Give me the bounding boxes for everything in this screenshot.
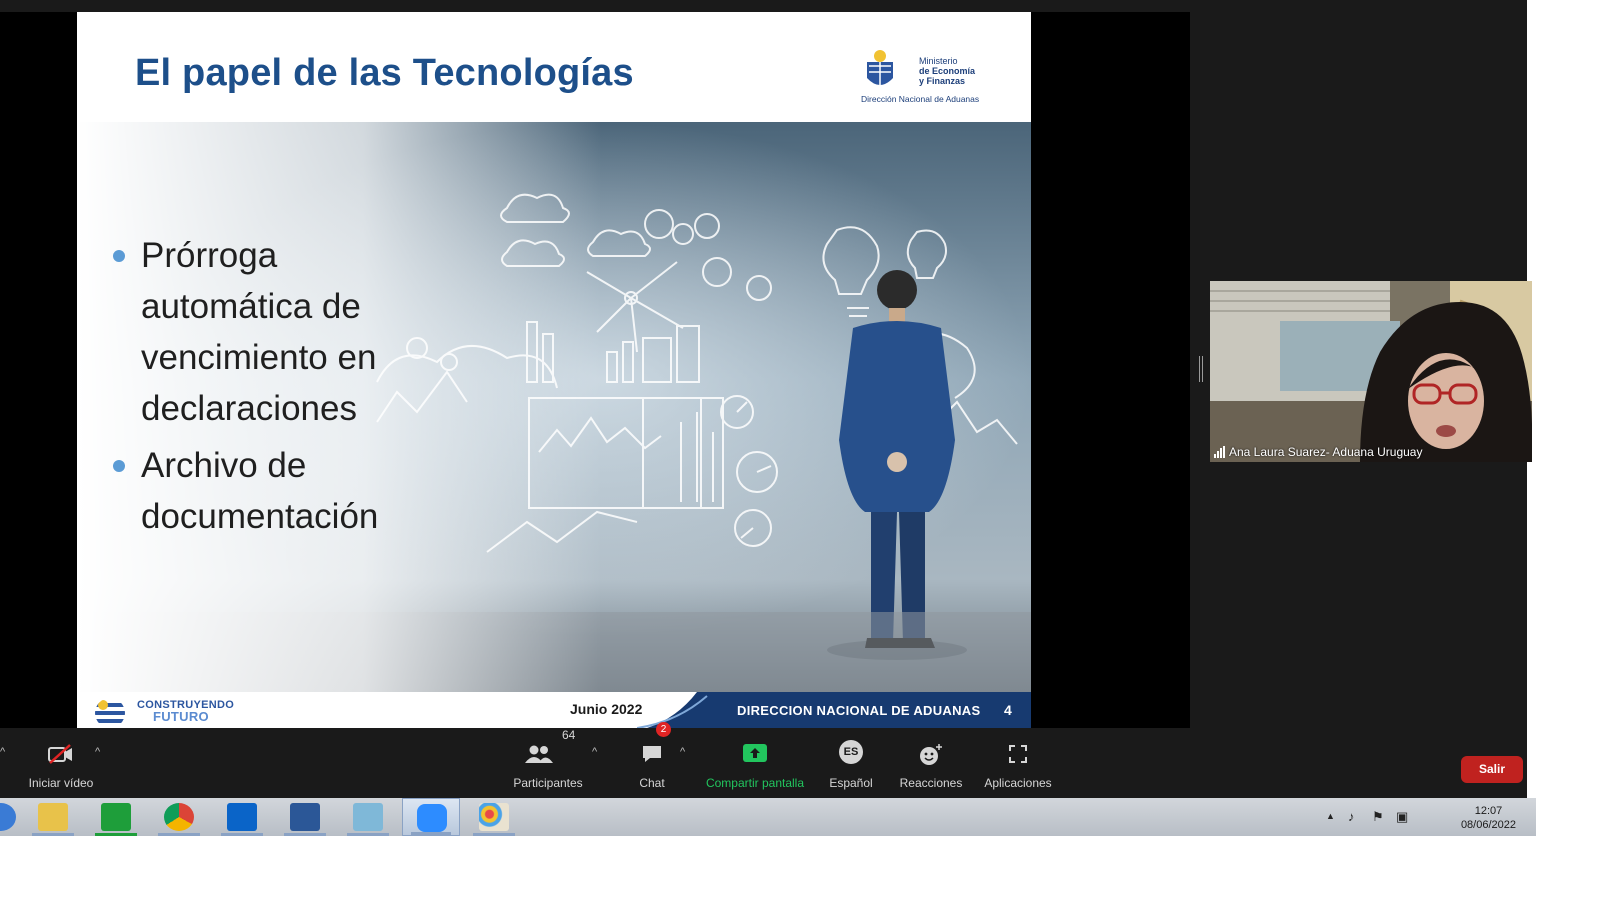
participants-icon <box>525 745 553 763</box>
zoom-meeting-window: El papel de las Tecnologías Ministerio d… <box>0 0 1536 836</box>
signal-strength-icon <box>1214 446 1225 458</box>
reactions-label: Reacciones <box>899 776 963 790</box>
action-center-flag-icon[interactable]: ⚑ <box>1372 809 1384 825</box>
meeting-controls-bar: ^ Iniciar vídeo ^ 64 Participantes ^ 2 C… <box>0 722 1527 798</box>
logo-line-2: FUTURO <box>153 709 209 724</box>
language-label: Español <box>829 776 873 790</box>
video-options-caret-icon[interactable]: ^ <box>95 746 100 758</box>
participants-options-caret-icon[interactable]: ^ <box>592 746 597 758</box>
ministry-line-1: Ministerio <box>919 56 958 66</box>
apps-button[interactable]: Aplicaciones <box>978 728 1058 798</box>
slide-title: El papel de las Tecnologías <box>135 52 634 94</box>
notes-icon <box>353 803 383 831</box>
chrome-icon <box>164 803 194 831</box>
ministry-line-3: y Finanzas <box>919 76 966 86</box>
construyendo-futuro-logo: CONSTRUYENDO FUTURO <box>95 698 255 728</box>
reactions-icon <box>920 744 942 765</box>
presentation-slide: El papel de las Tecnologías Ministerio d… <box>77 12 1031 728</box>
ministry-line-2: de Economía <box>919 66 976 76</box>
language-interpretation-button[interactable]: ES Español <box>822 728 880 798</box>
outlook-icon <box>227 803 257 831</box>
participants-count: 64 <box>562 728 576 742</box>
leave-meeting-button[interactable]: Salir <box>1461 756 1523 783</box>
ie-icon <box>0 803 16 831</box>
system-tray: ▲ ♪ ⚑ ▣ 12:07 08/06/2022 <box>1316 798 1516 836</box>
taskbar-item-word[interactable] <box>276 798 334 836</box>
slide-date: Junio 2022 <box>570 701 643 717</box>
ministry-logo: Ministerio de Economía y Finanzas Direcc… <box>861 42 1001 104</box>
participants-label: Participantes <box>513 776 583 790</box>
zoom-icon <box>417 804 447 832</box>
slide-bullet-list: Prórroga automática de vencimiento en de… <box>113 230 453 548</box>
slide-page-number: 4 <box>1004 702 1012 718</box>
panel-splitter[interactable] <box>1199 356 1204 382</box>
start-video-label: Iniciar vídeo <box>28 776 94 790</box>
clock-time: 12:07 <box>1474 805 1503 817</box>
participants-button[interactable]: 64 Participantes <box>506 728 590 798</box>
taskbar-item-store[interactable] <box>87 798 145 836</box>
footer-organization: DIRECCION NACIONAL DE ADUANAS <box>737 703 981 718</box>
word-icon <box>290 803 320 831</box>
uruguay-flag-icon <box>95 698 125 728</box>
taskbar-item-paint[interactable] <box>465 798 523 836</box>
chat-options-caret-icon[interactable]: ^ <box>680 746 685 758</box>
ministry-name: Ministerio de Economía y Finanzas <box>919 56 975 86</box>
top-bar <box>0 0 1527 12</box>
bullet-text: Archivo de documentación <box>141 446 379 536</box>
participant-name: Ana Laura Suarez- Aduana Uruguay <box>1229 445 1423 459</box>
participant-video <box>1210 281 1532 462</box>
taskbar-item-notes[interactable] <box>339 798 397 836</box>
direccion-label: Dirección Nacional de Aduanas <box>861 94 980 104</box>
taskbar-item-chrome[interactable] <box>150 798 208 836</box>
uruguay-emblem-icon <box>867 50 893 86</box>
share-screen-button[interactable]: Compartir pantalla <box>700 728 810 798</box>
chat-icon <box>643 746 661 762</box>
reactions-button[interactable]: Reacciones <box>896 728 966 798</box>
apps-icon <box>1009 745 1027 763</box>
paint-icon <box>479 803 509 831</box>
share-screen-label: Compartir pantalla <box>705 776 805 790</box>
language-badge-icon: ES <box>839 740 863 764</box>
clock-date: 08/06/2022 <box>1460 819 1516 831</box>
screen-share-area: El papel de las Tecnologías Ministerio d… <box>0 12 1190 728</box>
windows-taskbar: ▲ ♪ ⚑ ▣ 12:07 08/06/2022 <box>0 798 1536 836</box>
share-screen-icon <box>743 744 767 762</box>
chat-label: Chat <box>639 776 665 790</box>
bullet-dot-icon <box>113 460 125 472</box>
taskbar-item-outlook[interactable] <box>213 798 271 836</box>
taskbar-item-explorer[interactable] <box>24 798 82 836</box>
slide-footer: CONSTRUYENDO FUTURO Junio 2022 DIRECCION… <box>77 692 1031 728</box>
chat-button[interactable]: 2 Chat <box>630 722 674 798</box>
bullet-item: Prórroga automática de vencimiento en de… <box>113 230 453 434</box>
participant-name-label: Ana Laura Suarez- Aduana Uruguay <box>1214 445 1422 459</box>
chat-unread-badge: 2 <box>656 722 671 737</box>
bullet-text: Prórroga automática de vencimiento en de… <box>141 236 377 428</box>
apps-label: Aplicaciones <box>984 776 1052 790</box>
volume-icon[interactable]: ♪ <box>1348 809 1355 824</box>
video-off-icon <box>48 744 72 764</box>
file-explorer-icon <box>38 803 68 831</box>
show-hidden-icons-icon[interactable]: ▲ <box>1326 811 1335 821</box>
bullet-dot-icon <box>113 250 125 262</box>
bullet-item: Archivo de documentación <box>113 440 453 542</box>
audio-options-caret-icon[interactable]: ^ <box>0 746 5 758</box>
participant-video-tile[interactable]: Ana Laura Suarez- Aduana Uruguay <box>1210 281 1532 462</box>
start-video-button[interactable]: Iniciar vídeo <box>22 728 100 798</box>
store-icon <box>101 803 131 831</box>
network-icon[interactable]: ▣ <box>1396 809 1408 825</box>
taskbar-item-zoom[interactable] <box>402 798 460 836</box>
taskbar-clock[interactable]: 12:07 08/06/2022 <box>1461 804 1516 832</box>
